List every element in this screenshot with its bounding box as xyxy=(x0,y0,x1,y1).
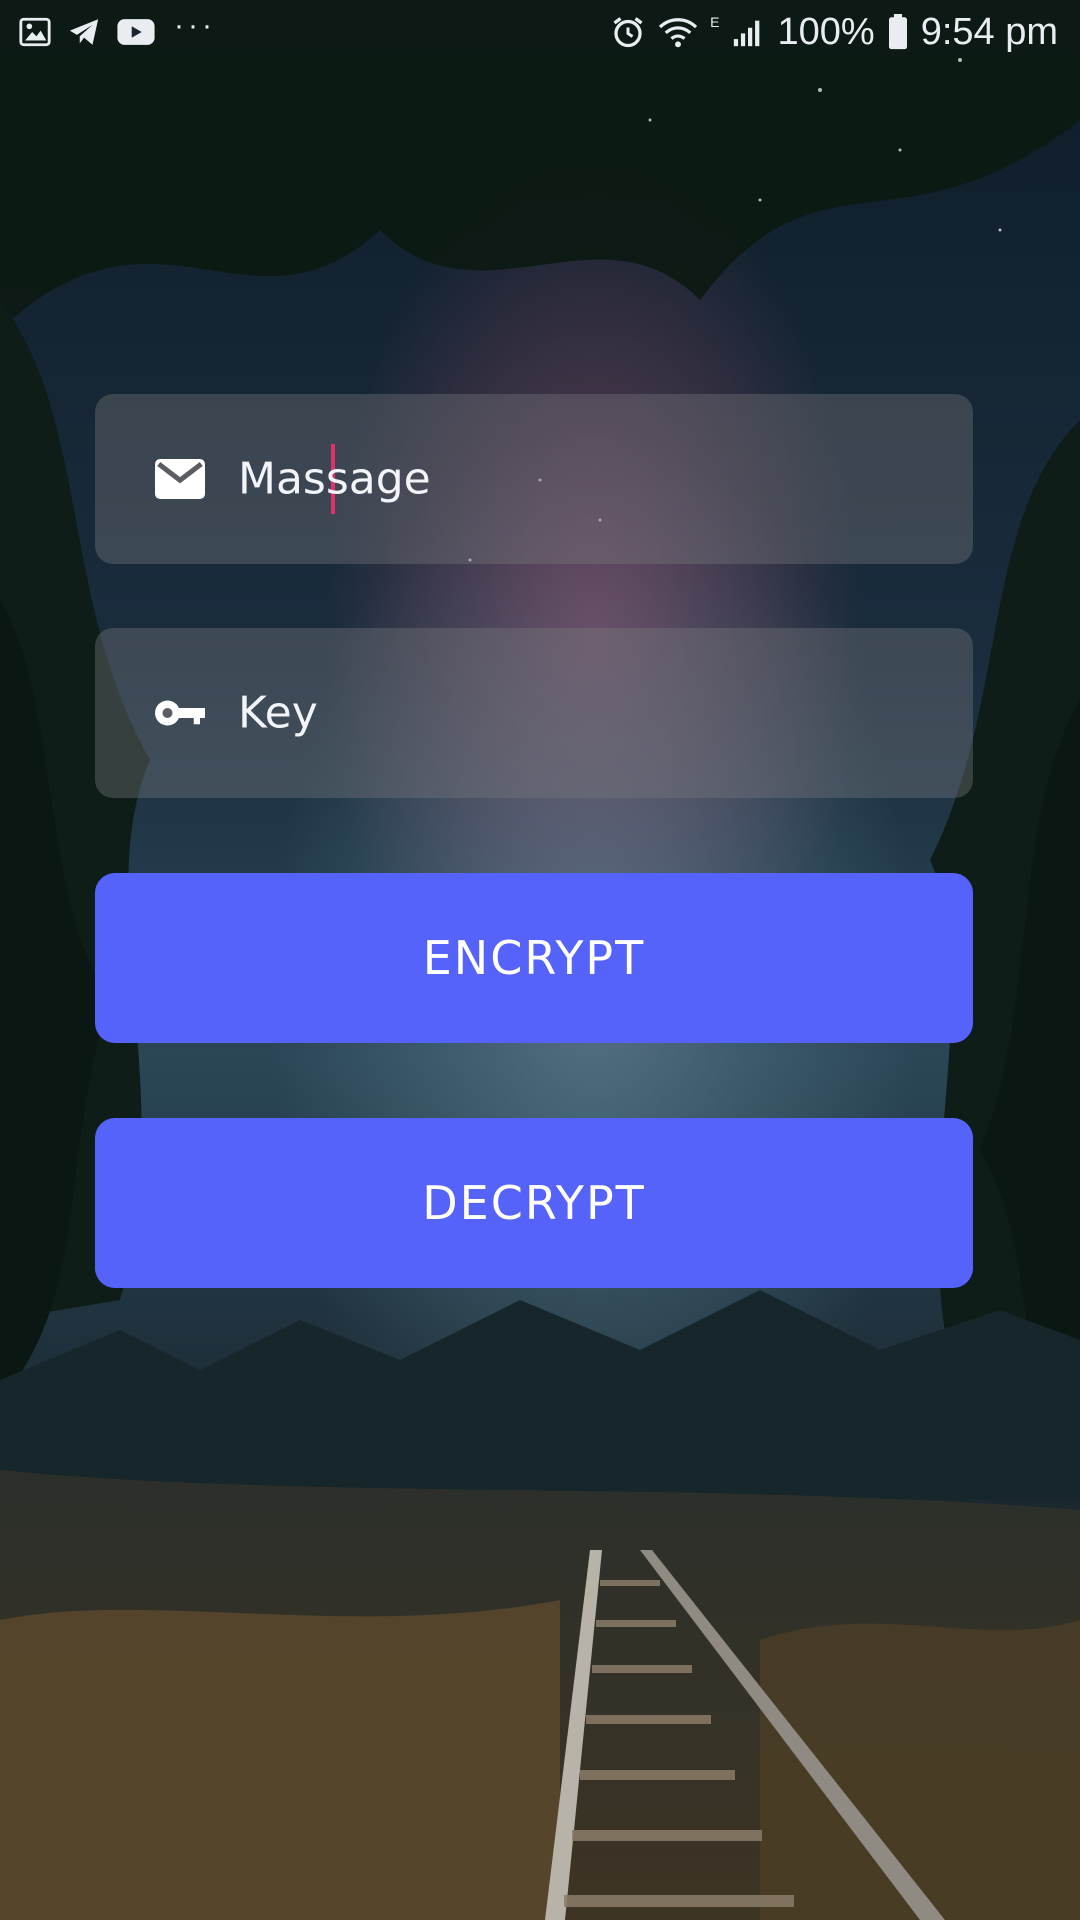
cell-signal-icon xyxy=(734,20,760,47)
encrypt-button[interactable]: ENCRYPT xyxy=(95,873,973,1043)
status-bar: ··· E 100% 9:54 pm xyxy=(0,0,1080,64)
status-bar-right: E 100% 9:54 pm xyxy=(610,10,1058,54)
youtube-icon xyxy=(117,19,155,45)
clock: 9:54 pm xyxy=(920,10,1058,53)
key-icon xyxy=(155,700,205,726)
wifi-icon xyxy=(658,18,698,48)
decrypt-button[interactable]: DECRYPT xyxy=(95,1118,973,1288)
status-bar-left: ··· xyxy=(18,9,216,52)
key-input[interactable]: Key xyxy=(238,688,318,739)
key-field[interactable]: Key xyxy=(95,628,973,798)
message-field[interactable]: Massage xyxy=(95,394,973,564)
message-input[interactable]: Massage xyxy=(238,454,431,505)
battery-percent: 100% xyxy=(777,10,875,53)
telegram-icon xyxy=(69,19,99,45)
mail-icon xyxy=(155,459,205,499)
more-dots-icon: ··· xyxy=(174,9,216,42)
alarm-icon xyxy=(613,17,643,48)
gallery-icon xyxy=(19,17,51,47)
battery-icon xyxy=(888,14,907,50)
network-type-label: E xyxy=(710,14,720,30)
